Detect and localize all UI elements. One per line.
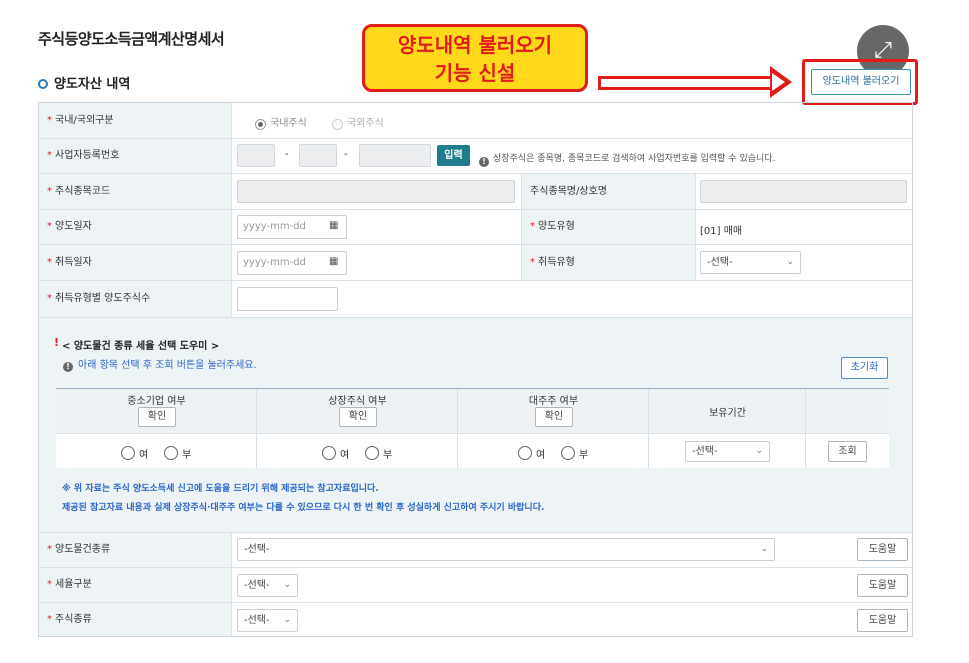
listed-yes-label: 여 bbox=[340, 450, 350, 461]
radio-domestic[interactable] bbox=[255, 115, 266, 134]
label-domestic: * 국내/국외구분 bbox=[39, 103, 232, 138]
label-transfer-type: * 양도유형 bbox=[521, 210, 696, 244]
callout-line-2: 기능 신설 bbox=[434, 61, 516, 85]
tax-rate-select[interactable]: -선택- ⌄ bbox=[237, 574, 298, 597]
major-no-label: 부 bbox=[579, 450, 589, 461]
col-listed-title: 상장주식 여부 bbox=[328, 396, 387, 407]
info-icon: ! bbox=[479, 151, 489, 170]
page-title: 주식등양도소득금액계산명세서 bbox=[38, 30, 225, 48]
col-period-title: 보유기간 bbox=[709, 408, 746, 419]
radio-domestic-label: 국내주식 bbox=[270, 118, 307, 129]
helper-note-2: 제공된 참고자료 내용과 실제 상장주식·대주주 여부는 다를 수 있으므로 다… bbox=[62, 503, 545, 513]
callout-arrow bbox=[598, 76, 771, 90]
major-yes-radio[interactable] bbox=[518, 445, 532, 464]
bizno-part1-input[interactable] bbox=[237, 144, 275, 167]
radio-foreign-label: 국외주식 bbox=[347, 118, 384, 129]
major-check-button[interactable]: 확인 bbox=[535, 407, 573, 427]
chevron-down-icon: ⌄ bbox=[755, 446, 763, 456]
major-yes-label: 여 bbox=[536, 450, 546, 461]
bizno-part2-input[interactable] bbox=[299, 144, 337, 167]
stockcode-input[interactable] bbox=[237, 180, 515, 203]
stock-kind-select[interactable]: -선택- ⌄ bbox=[237, 609, 298, 632]
info-icon: ! bbox=[63, 356, 73, 375]
stock-kind-help-button[interactable]: 도움말 bbox=[857, 609, 908, 632]
chevron-down-icon: ⌄ bbox=[760, 544, 768, 554]
radio-foreign[interactable] bbox=[332, 115, 343, 134]
section-title-text: 양도자산 내역 bbox=[54, 77, 131, 92]
stockname-input[interactable] bbox=[700, 180, 907, 203]
bizno-help-text: 상장주식은 종목명, 종목코드로 검색하여 사업자번호를 입력할 수 있습니다. bbox=[493, 154, 776, 164]
bizno-sep-2: - bbox=[344, 149, 348, 160]
listed-check-button[interactable]: 확인 bbox=[339, 407, 377, 427]
bizno-enter-button[interactable]: 입력 bbox=[437, 145, 470, 166]
listed-cell bbox=[257, 434, 458, 468]
label-asset-kind: * 양도물건종류 bbox=[39, 533, 232, 567]
reset-button[interactable]: 초기화 bbox=[841, 357, 888, 379]
major-cell bbox=[458, 434, 649, 468]
helper-title: < 양도물건 종류 세율 선택 도우미 > bbox=[62, 341, 220, 352]
calendar-icon[interactable]: ▦ bbox=[329, 256, 338, 267]
sme-check-button[interactable]: 확인 bbox=[138, 407, 176, 427]
circle-bullet-icon bbox=[38, 78, 48, 89]
section-title: 양도자산 내역 bbox=[38, 73, 130, 92]
label-stockname: 주식종목명/상호명 bbox=[521, 174, 696, 209]
calendar-icon[interactable]: ▦ bbox=[329, 220, 338, 231]
col-sme-title: 중소기업 여부 bbox=[127, 396, 186, 407]
listed-no-radio[interactable] bbox=[365, 445, 379, 464]
label-bizno: * 사업자등록번호 bbox=[39, 139, 232, 173]
major-no-radio[interactable] bbox=[561, 445, 575, 464]
listed-yes-radio[interactable] bbox=[322, 445, 336, 464]
col-major-title: 대주주 여부 bbox=[528, 396, 579, 407]
helper-mark: ! bbox=[54, 336, 60, 349]
label-stockcode: * 주식종목코드 bbox=[39, 174, 232, 209]
feature-callout: 양도내역 불러오기 기능 신설 bbox=[362, 24, 588, 92]
load-transfer-history-button[interactable]: 양도내역 불러오기 bbox=[811, 69, 911, 95]
acquire-type-select[interactable]: -선택- ⌄ bbox=[700, 251, 801, 274]
sme-yes-label: 여 bbox=[139, 450, 149, 461]
label-stock-kind: * 주식종류 bbox=[39, 603, 232, 636]
arrow-head-inner bbox=[772, 73, 785, 91]
label-tax-rate: * 세율구분 bbox=[39, 568, 232, 602]
asset-kind-help-button[interactable]: 도움말 bbox=[857, 538, 908, 561]
asset-kind-select[interactable]: -선택- ⌄ bbox=[237, 538, 775, 561]
chevron-down-icon: ⌄ bbox=[283, 580, 291, 590]
label-acquire-date: * 취득일자 bbox=[39, 245, 232, 280]
transfer-type-value: [01] 매매 bbox=[700, 226, 743, 237]
sme-no-label: 부 bbox=[182, 450, 192, 461]
chevron-down-icon: ⌄ bbox=[283, 615, 291, 625]
sme-yes-radio[interactable] bbox=[121, 445, 135, 464]
bizno-sep-1: - bbox=[285, 149, 289, 160]
helper-note-1: ※ 위 자료는 주식 양도소득세 신고에 도움을 드리기 위해 제공되는 참고자… bbox=[62, 484, 379, 494]
required-mark: * bbox=[47, 115, 52, 126]
col-action bbox=[806, 389, 889, 434]
qty-input[interactable] bbox=[237, 287, 338, 311]
label-acquire-type: * 취득유형 bbox=[521, 245, 696, 280]
period-select[interactable]: -선택- ⌄ bbox=[685, 441, 770, 462]
chevron-down-icon: ⌄ bbox=[786, 257, 794, 267]
tax-rate-help-button[interactable]: 도움말 bbox=[857, 574, 908, 597]
helper-hint: 아래 항목 선택 후 조회 버튼을 눌러주세요. bbox=[78, 360, 257, 371]
sme-cell bbox=[56, 434, 257, 468]
query-button[interactable]: 조회 bbox=[828, 441, 867, 462]
label-qty: * 취득유형별 양도주식수 bbox=[39, 281, 232, 317]
label-transfer-date: * 양도일자 bbox=[39, 210, 232, 244]
bizno-part3-input[interactable] bbox=[359, 144, 431, 167]
callout-line-1: 양도내역 불러오기 bbox=[397, 33, 553, 57]
sme-no-radio[interactable] bbox=[164, 445, 178, 464]
listed-no-label: 부 bbox=[383, 450, 393, 461]
